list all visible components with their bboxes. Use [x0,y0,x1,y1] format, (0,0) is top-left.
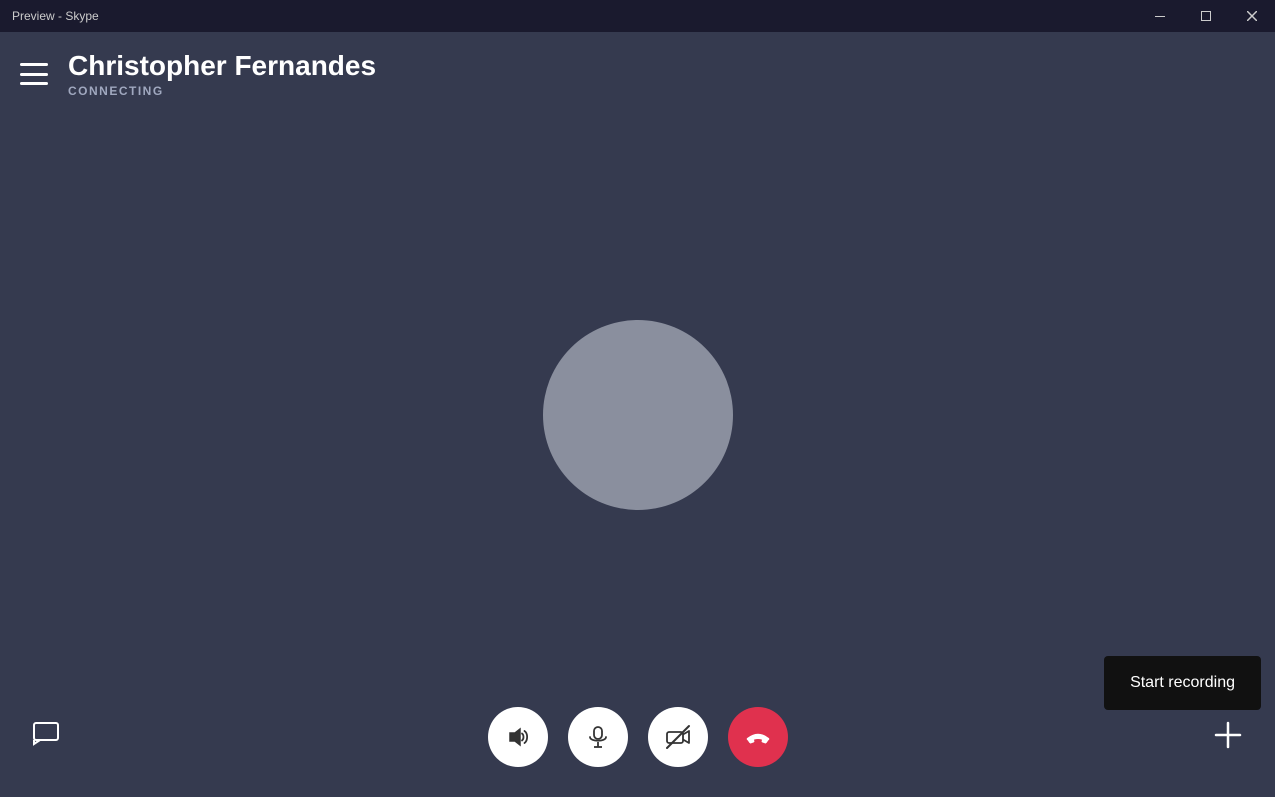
add-participant-button[interactable] [1211,718,1245,752]
close-button[interactable] [1229,0,1275,32]
microphone-button[interactable] [568,707,628,767]
title-bar: Preview - Skype [0,0,1275,32]
call-screen: Christopher Fernandes CONNECTING Start r… [0,32,1275,797]
window-controls [1137,0,1275,32]
minimize-button[interactable] [1137,0,1183,32]
menu-icon[interactable] [20,63,48,85]
window-title: Preview - Skype [12,9,99,23]
speaker-button[interactable] [488,707,548,767]
avatar-area [543,320,733,510]
caller-info: Christopher Fernandes CONNECTING [68,50,376,98]
call-controls [488,707,788,767]
start-recording-tooltip[interactable]: Start recording [1104,656,1261,710]
contact-avatar [543,320,733,510]
chat-button[interactable] [30,716,66,752]
call-header: Christopher Fernandes CONNECTING [0,32,396,108]
end-call-button[interactable] [728,707,788,767]
maximize-button[interactable] [1183,0,1229,32]
camera-button[interactable] [648,707,708,767]
call-status: CONNECTING [68,84,376,98]
start-recording-label: Start recording [1130,674,1235,691]
caller-name: Christopher Fernandes [68,50,376,82]
